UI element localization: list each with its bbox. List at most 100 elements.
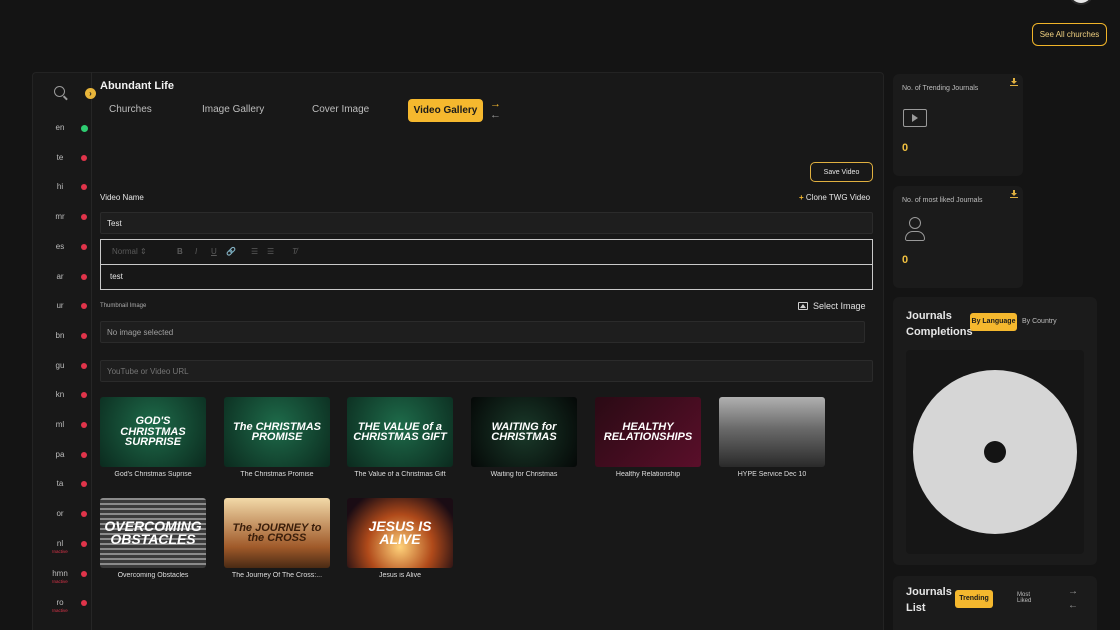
language-item-ta[interactable]: ta — [32, 479, 92, 499]
video-thumbnail[interactable]: HEALTHY RELATIONSHIPS — [595, 397, 701, 467]
missing-status-icon — [81, 511, 87, 518]
search-icon[interactable] — [54, 86, 65, 97]
video-thumbnail[interactable]: WAITING for CHRISTMAS — [471, 397, 577, 467]
inactive-label: Inactive — [52, 548, 68, 554]
chevron-right-icon[interactable]: › — [85, 88, 96, 99]
gallery-item[interactable]: OVERCOMING OBSTACLES Overcoming Obstacles — [100, 498, 206, 579]
video-thumbnail[interactable]: THE VALUE of a CHRISTMAS GIFT — [347, 397, 453, 467]
video-name-input[interactable]: Test — [100, 212, 873, 234]
gallery-item[interactable]: The JOURNEY to the CROSS The Journey Of T… — [224, 498, 330, 579]
gallery-item[interactable]: The CHRISTMAS PROMISE The Christmas Promi… — [224, 397, 330, 478]
language-code: en — [55, 123, 65, 132]
no-image-field: No image selected — [100, 321, 865, 343]
missing-status-icon — [81, 332, 87, 339]
tab-video-gallery[interactable]: Video Gallery — [408, 99, 483, 122]
user-avatar[interactable] — [1068, 0, 1094, 5]
most-liked-toggle[interactable]: Most Liked — [1017, 592, 1039, 604]
clone-twg-video-link[interactable]: + Clone TWG Video — [799, 193, 870, 202]
language-item-ml[interactable]: ml — [32, 420, 92, 440]
ordered-list-icon[interactable]: ☰ — [251, 247, 258, 256]
bold-icon[interactable]: B — [177, 247, 183, 256]
tab-image-gallery[interactable]: Image Gallery — [202, 104, 264, 115]
tab-cover-image[interactable]: Cover Image — [312, 104, 369, 115]
missing-status-icon — [81, 422, 87, 428]
language-code: ur — [56, 301, 64, 311]
missing-status-icon — [81, 273, 87, 280]
language-item-bn[interactable]: bn — [32, 331, 92, 351]
language-item-hmn[interactable]: hmn Inactive — [32, 569, 92, 589]
link-icon[interactable]: 🔗 — [226, 247, 236, 256]
download-icon[interactable] — [1010, 190, 1018, 198]
save-video-button[interactable]: Save Video — [810, 162, 873, 182]
language-code: ar — [56, 271, 64, 281]
language-item-ro[interactable]: ro Inactive — [32, 598, 92, 618]
video-thumbnail[interactable]: The CHRISTMAS PROMISE — [224, 397, 330, 467]
clear-format-icon[interactable]: T̸ — [292, 247, 297, 256]
video-thumbnail[interactable] — [719, 397, 825, 467]
tab-scroll-arrows: → ← — [490, 98, 504, 122]
language-item-or[interactable]: or — [32, 509, 92, 529]
download-icon[interactable] — [1010, 78, 1018, 86]
video-play-icon — [903, 109, 927, 127]
video-thumbnail[interactable]: The JOURNEY to the CROSS — [224, 498, 330, 568]
editor-toolbar: Normal ⇕ B I U 🔗 ☰ ☰ T̸ — [101, 240, 872, 265]
image-icon — [798, 302, 808, 310]
missing-status-icon — [81, 243, 87, 250]
rich-text-editor[interactable]: Normal ⇕ B I U 🔗 ☰ ☰ T̸ test — [100, 239, 873, 290]
video-thumbnail[interactable]: GOD'S CHRISTMAS SURPRISE — [100, 397, 206, 467]
video-thumbnail[interactable]: OVERCOMING OBSTACLES — [100, 498, 206, 568]
updown-icon: ⇕ — [140, 247, 147, 256]
language-code: or — [56, 509, 64, 519]
video-caption: Jesus is Alive — [378, 572, 422, 579]
language-code: nl — [56, 538, 64, 548]
language-code: ta — [56, 479, 64, 489]
language-item-pa[interactable]: pa — [32, 450, 92, 470]
page-title: Abundant Life — [100, 80, 174, 92]
trending-journals-count: 0 — [902, 142, 909, 154]
language-code: mr — [55, 212, 65, 222]
language-item-en[interactable]: en — [32, 123, 92, 143]
trending-journals-card: No. of Trending Journals 0 — [893, 74, 1023, 176]
language-item-gu[interactable]: gu — [32, 361, 92, 381]
gallery-item[interactable]: JESUS IS ALIVE Jesus is Alive — [347, 498, 453, 579]
language-item-nl[interactable]: nl Inactive — [32, 539, 92, 559]
gallery-item[interactable]: HYPE Service Dec 10 — [719, 397, 825, 478]
trending-toggle[interactable]: Trending — [955, 590, 993, 608]
select-image-label: Select Image — [813, 301, 866, 311]
missing-status-icon — [81, 184, 87, 191]
video-caption: The Value of a Christmas Gift — [354, 471, 446, 478]
missing-status-icon — [81, 600, 87, 607]
video-url-input[interactable] — [100, 360, 873, 382]
gallery-item[interactable]: GOD'S CHRISTMAS SURPRISE God's Christmas … — [100, 397, 206, 478]
gallery-item[interactable]: WAITING for CHRISTMAS Waiting for Christm… — [471, 397, 577, 478]
video-thumbnail[interactable]: JESUS IS ALIVE — [347, 498, 453, 568]
inactive-label: Inactive — [52, 578, 68, 584]
language-item-te[interactable]: te — [32, 153, 92, 173]
language-code: bn — [55, 330, 65, 340]
arrow-left-icon[interactable]: ← — [490, 109, 501, 121]
see-all-churches-button[interactable]: See All churches — [1032, 23, 1107, 46]
gallery-item[interactable]: THE VALUE of a CHRISTMAS GIFT The Value o… — [347, 397, 453, 478]
pie-center-hole — [984, 441, 1006, 463]
language-item-mr[interactable]: mr — [32, 212, 92, 232]
gallery-item[interactable]: HEALTHY RELATIONSHIPS Healthy Relationshi… — [595, 397, 701, 478]
by-language-toggle[interactable]: By Language — [970, 313, 1017, 331]
by-country-toggle[interactable]: By Country — [1022, 318, 1057, 325]
underline-icon[interactable]: U — [211, 247, 217, 256]
thumbnail-art-text: JESUS IS ALIVE — [368, 517, 432, 547]
arrow-left-icon[interactable]: ← — [1068, 600, 1078, 611]
editor-content[interactable]: test — [110, 272, 123, 281]
tab-churches[interactable]: Churches — [109, 104, 152, 115]
language-item-kn[interactable]: kn — [32, 390, 92, 410]
format-select[interactable]: Normal ⇕ — [112, 247, 147, 256]
missing-status-icon — [81, 214, 87, 221]
select-image-button[interactable]: Select Image — [798, 301, 866, 311]
language-item-ur[interactable]: ur — [32, 301, 92, 321]
language-item-ar[interactable]: ar — [32, 272, 92, 292]
italic-icon[interactable]: I — [195, 247, 197, 256]
bullet-list-icon[interactable]: ☰ — [267, 247, 274, 256]
language-item-es[interactable]: es — [32, 242, 92, 262]
thumbnail-art-text: HEALTHY RELATIONSHIPS — [603, 420, 693, 443]
language-item-hi[interactable]: hi — [32, 182, 92, 202]
arrow-right-icon[interactable]: → — [1068, 586, 1078, 597]
